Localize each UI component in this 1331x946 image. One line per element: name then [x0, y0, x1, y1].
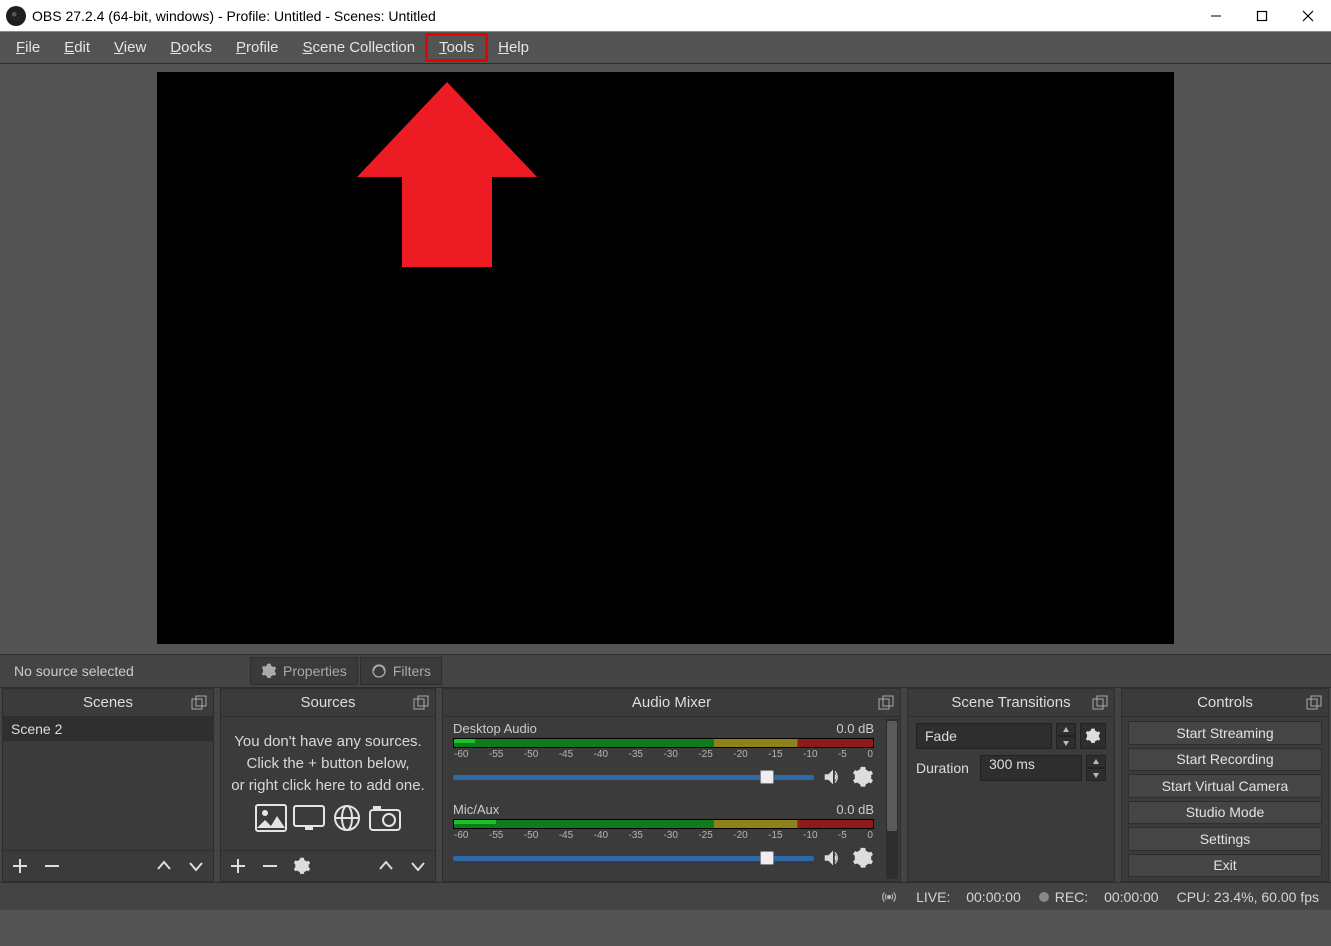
browser-source-icon	[331, 804, 363, 832]
source-toolbar: No source selected Properties Filters	[0, 654, 1331, 688]
controls-header: Controls	[1122, 689, 1328, 717]
mixer-header: Audio Mixer	[443, 689, 900, 717]
mixer-channel-desktop: Desktop Audio 0.0 dB -60-55-50-45-40-35-…	[443, 717, 884, 788]
annotation-arrow-icon	[357, 82, 537, 272]
source-up-button[interactable]	[375, 855, 397, 877]
transitions-dock: Scene Transitions Fade Duration 300 ms	[907, 688, 1115, 882]
remove-scene-button[interactable]	[41, 855, 63, 877]
close-button[interactable]	[1285, 0, 1331, 32]
menu-file[interactable]: File	[4, 35, 52, 60]
transition-down-button[interactable]	[1056, 736, 1076, 749]
exit-button[interactable]: Exit	[1128, 854, 1322, 878]
audio-meter	[453, 738, 874, 748]
transition-select[interactable]: Fade	[916, 723, 1052, 749]
menu-scene-collection[interactable]: Scene Collection	[291, 35, 428, 60]
maximize-button[interactable]	[1239, 0, 1285, 32]
audio-mixer-dock: Audio Mixer Desktop Audio 0.0 dB -60-55-…	[442, 688, 901, 882]
menu-bar: File Edit View Docks Profile Scene Colle…	[0, 32, 1331, 64]
remove-source-button[interactable]	[259, 855, 281, 877]
channel-name: Mic/Aux	[453, 802, 499, 817]
status-live: LIVE: 00:00:00	[916, 889, 1021, 905]
channel-db: 0.0 dB	[836, 721, 874, 736]
scene-down-button[interactable]	[185, 855, 207, 877]
mixer-scrollbar[interactable]	[886, 719, 898, 879]
transitions-header: Scene Transitions	[908, 689, 1114, 717]
source-settings-button[interactable]	[291, 855, 313, 877]
minimize-button[interactable]	[1193, 0, 1239, 32]
add-source-button[interactable]	[227, 855, 249, 877]
app-icon	[6, 6, 26, 26]
menu-view[interactable]: View	[102, 35, 158, 60]
mixer-channel-mic: Mic/Aux 0.0 dB -60-55-50-45-40-35-30-25-…	[443, 798, 884, 869]
record-dot-icon	[1039, 892, 1049, 902]
status-cpu: CPU: 23.4%, 60.00 fps	[1177, 889, 1319, 905]
gear-icon[interactable]	[852, 766, 874, 788]
volume-slider[interactable]	[453, 775, 814, 780]
channel-db: 0.0 dB	[836, 802, 874, 817]
settings-button[interactable]: Settings	[1128, 827, 1322, 851]
start-recording-button[interactable]: Start Recording	[1128, 748, 1322, 772]
status-rec: REC: 00:00:00	[1039, 889, 1159, 905]
controls-dock: Controls Start Streaming Start Recording…	[1121, 688, 1329, 882]
properties-label: Properties	[283, 663, 347, 679]
preview-canvas[interactable]	[157, 72, 1174, 644]
menu-help[interactable]: Help	[486, 35, 541, 60]
menu-docks[interactable]: Docks	[158, 35, 224, 60]
volume-slider[interactable]	[453, 856, 814, 861]
menu-edit[interactable]: Edit	[52, 35, 102, 60]
popout-icon[interactable]	[1092, 695, 1108, 711]
popout-icon[interactable]	[413, 695, 429, 711]
properties-button[interactable]: Properties	[250, 657, 358, 685]
window-title: OBS 27.2.4 (64-bit, windows) - Profile: …	[32, 8, 1193, 24]
preview-area	[0, 64, 1331, 654]
sources-toolbar	[220, 850, 436, 882]
scene-item[interactable]: Scene 2	[3, 717, 213, 741]
image-source-icon	[255, 804, 287, 832]
gear-icon[interactable]	[852, 847, 874, 869]
speaker-icon[interactable]	[822, 766, 844, 788]
scene-up-button[interactable]	[153, 855, 175, 877]
duration-label: Duration	[916, 760, 976, 776]
sources-header: Sources	[221, 689, 435, 717]
filters-label: Filters	[393, 663, 431, 679]
no-source-label: No source selected	[0, 663, 148, 679]
start-virtual-camera-button[interactable]: Start Virtual Camera	[1128, 774, 1322, 798]
popout-icon[interactable]	[191, 695, 207, 711]
duration-down-button[interactable]	[1086, 768, 1106, 781]
filters-icon	[371, 663, 387, 679]
duration-input[interactable]: 300 ms	[980, 755, 1082, 781]
speaker-icon[interactable]	[822, 847, 844, 869]
menu-tools[interactable]: Tools	[427, 35, 486, 60]
popout-icon[interactable]	[1306, 695, 1322, 711]
status-bar: LIVE: 00:00:00 REC: 00:00:00 CPU: 23.4%,…	[0, 882, 1331, 910]
sources-empty-text: You don't have any sources. Click the + …	[221, 717, 435, 846]
scenes-toolbar	[2, 850, 214, 882]
camera-source-icon	[369, 804, 401, 832]
popout-icon[interactable]	[878, 695, 894, 711]
gear-icon	[261, 663, 277, 679]
display-source-icon	[293, 804, 325, 832]
duration-up-button[interactable]	[1086, 755, 1106, 768]
source-down-button[interactable]	[407, 855, 429, 877]
filters-button[interactable]: Filters	[360, 657, 442, 685]
audio-meter	[453, 819, 874, 829]
scenes-header: Scenes	[3, 689, 213, 717]
studio-mode-button[interactable]: Studio Mode	[1128, 801, 1322, 825]
menu-profile[interactable]: Profile	[224, 35, 291, 60]
window-titlebar: OBS 27.2.4 (64-bit, windows) - Profile: …	[0, 0, 1331, 32]
channel-name: Desktop Audio	[453, 721, 537, 736]
start-streaming-button[interactable]: Start Streaming	[1128, 721, 1322, 745]
broadcast-icon	[880, 888, 898, 906]
add-scene-button[interactable]	[9, 855, 31, 877]
transition-up-button[interactable]	[1056, 723, 1076, 736]
transition-settings-button[interactable]	[1080, 723, 1106, 749]
